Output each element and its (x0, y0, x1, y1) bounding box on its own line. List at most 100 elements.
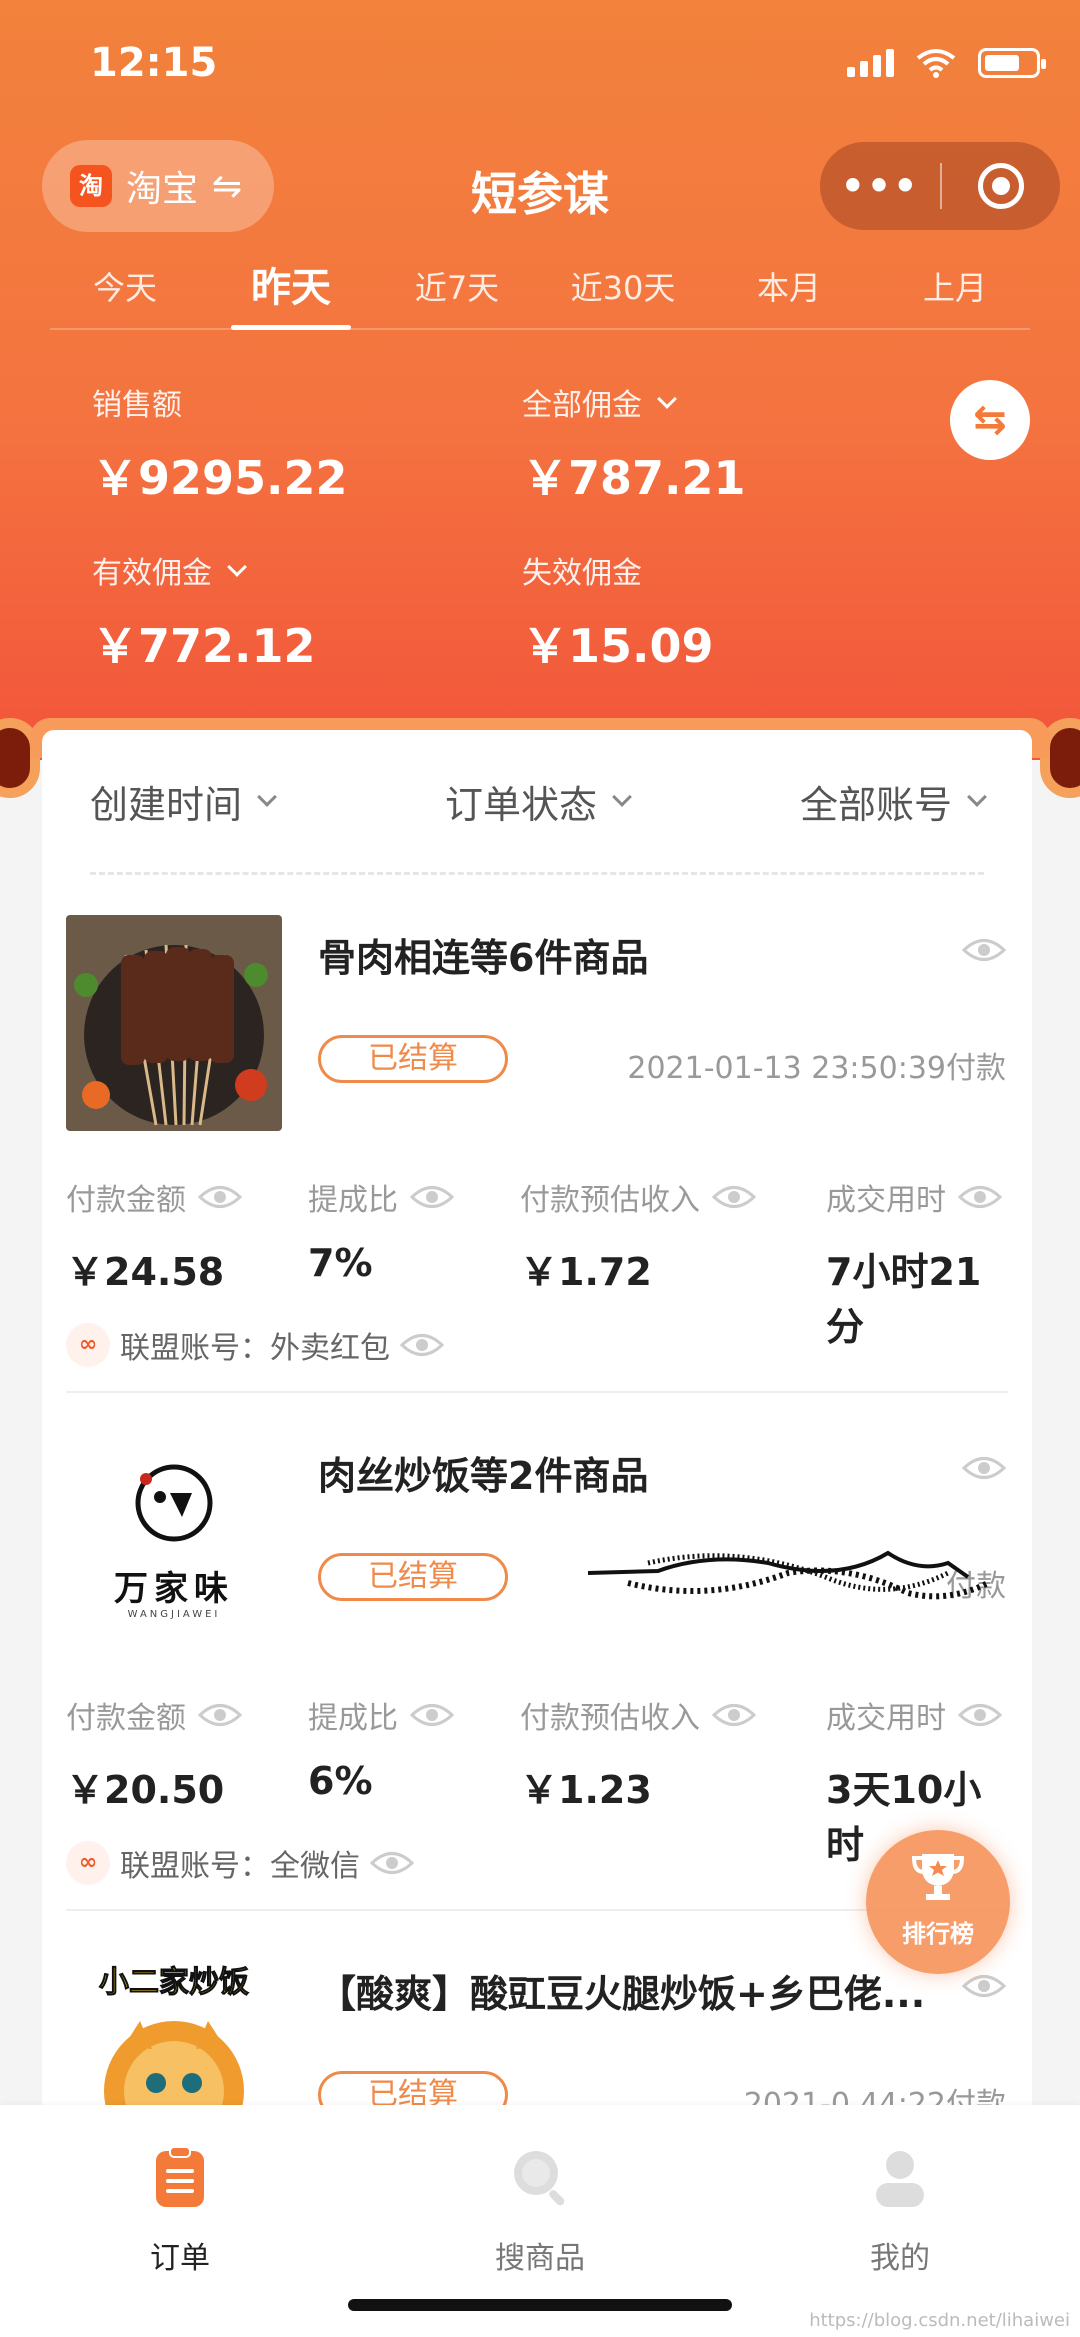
miniapp-capsule: ••• (820, 142, 1060, 230)
target-icon (978, 163, 1024, 209)
metric-label: 付款预估收入 (520, 1701, 700, 1736)
metric-estimated-income: 付款预估收入 ￥1.23 (520, 1693, 756, 1814)
wifi-icon (916, 49, 956, 78)
tab-label: 订单 (150, 2241, 210, 2276)
filter-order-status[interactable]: 订单状态 (444, 774, 632, 829)
tab-search-products[interactable]: 搜商品 (440, 2145, 640, 2277)
filter-bar: 创建时间 订单状态 全部账号 (90, 730, 987, 875)
chevron-down-icon (967, 787, 987, 807)
eye-icon[interactable] (962, 1455, 1006, 1481)
stat-invalid-commission: 失效佣金 ￥15.09 (522, 548, 714, 676)
metric-value: ￥20.50 (66, 1768, 225, 1812)
redaction-scribble (588, 1550, 990, 1600)
metric-value: 6% (308, 1759, 373, 1803)
signal-icon (847, 49, 894, 77)
alliance-account: ∞ 联盟账号：外卖红包 (66, 1323, 444, 1367)
stat-label: 全部佣金 (522, 388, 642, 423)
filter-account[interactable]: 全部账号 (800, 774, 987, 829)
filter-label: 创建时间 (90, 782, 243, 827)
metric-pay-amount: 付款金额 ￥20.50 (66, 1693, 242, 1814)
status-badge: 已结算 (318, 1553, 508, 1601)
tab-orders[interactable]: 订单 (80, 2145, 280, 2277)
shop-logo: 万家味 WANGJIAWEI (66, 1433, 282, 1649)
stat-sales: 销售额 ￥9295.22 (92, 380, 348, 508)
more-icon[interactable]: ••• (820, 164, 940, 208)
eye-icon[interactable] (198, 1184, 242, 1210)
metric-label: 付款预估收入 (520, 1183, 700, 1218)
metric-value: ￥24.58 (66, 1250, 225, 1294)
eye-icon[interactable] (962, 1973, 1006, 1999)
eye-icon[interactable] (410, 1184, 454, 1210)
tab-this-month[interactable]: 本月 (714, 255, 864, 328)
eye-icon[interactable] (712, 1702, 756, 1728)
eye-icon[interactable] (410, 1702, 454, 1728)
chevron-down-icon (257, 787, 277, 807)
metric-value: ￥1.72 (520, 1250, 652, 1294)
tab-today[interactable]: 今天 (50, 255, 200, 328)
date-range-tabs: 今天 昨天 近7天 近30天 本月 上月 (50, 255, 1030, 330)
user-icon (876, 2151, 924, 2207)
metric-label: 提成比 (308, 1183, 398, 1218)
order-title: 【酸爽】酸豇豆火腿炒饭+乡巴佬... (318, 1972, 926, 2016)
metric-commission-rate: 提成比 7% (308, 1175, 454, 1285)
metric-value: 7% (308, 1241, 373, 1285)
tab-profile[interactable]: 我的 (800, 2145, 1000, 2277)
tab-label: 搜商品 (495, 2241, 585, 2276)
tab-30-days[interactable]: 近30天 (548, 255, 698, 328)
metric-commission-rate: 提成比 6% (308, 1693, 454, 1803)
stat-value: ￥15.09 (522, 619, 714, 673)
tab-last-month[interactable]: 上月 (880, 255, 1030, 328)
shop-logo-text: 万家味 (114, 1569, 234, 1609)
metric-label: 付款金额 (66, 1183, 186, 1218)
shop-logo: 小二家炒饭 (66, 1951, 282, 2110)
navigation-bar: 淘 淘宝 ⇋ 短参谋 ••• (0, 140, 1080, 235)
stat-label: 失效佣金 (522, 556, 642, 591)
stat-label: 销售额 (92, 388, 182, 423)
bottom-tab-bar: 订单 搜商品 我的 https://blog.csdn.net/lihaiwei (0, 2105, 1080, 2337)
watermark: https://blog.csdn.net/lihaiwei (809, 2310, 1070, 2331)
account-label: 联盟账号：全微信 (120, 1849, 360, 1884)
tab-yesterday[interactable]: 昨天 (216, 255, 366, 330)
shop-logo-text: 小二家炒饭 (99, 1965, 250, 2001)
metric-estimated-income: 付款预估收入 ￥1.72 (520, 1175, 756, 1296)
filter-label: 订单状态 (444, 782, 597, 827)
product-image (66, 915, 282, 1131)
order-title: 骨肉相连等6件商品 (318, 936, 649, 980)
eye-icon[interactable] (958, 1184, 1002, 1210)
eye-icon[interactable] (400, 1332, 444, 1358)
home-indicator[interactable] (348, 2299, 732, 2311)
battery-icon (978, 48, 1046, 78)
swap-button[interactable]: ⇆ (950, 380, 1030, 460)
eye-icon[interactable] (198, 1702, 242, 1728)
chevron-down-icon (612, 787, 632, 807)
eye-icon[interactable] (958, 1702, 1002, 1728)
trophy-icon (911, 1854, 965, 1900)
filter-create-time[interactable]: 创建时间 (90, 774, 277, 829)
status-time: 12:15 (90, 40, 218, 86)
eye-icon[interactable] (962, 937, 1006, 963)
tab-7-days[interactable]: 近7天 (382, 255, 532, 328)
metric-value: ￥1.23 (520, 1768, 652, 1812)
metric-value: 7小时21分 (826, 1250, 982, 1349)
eye-icon[interactable] (370, 1850, 414, 1876)
status-badge: 已结算 (318, 1035, 508, 1083)
ranking-label: 排行榜 (902, 1920, 974, 1948)
stat-valid-commission[interactable]: 有效佣金 ￥772.12 (92, 548, 316, 676)
stat-value: ￥787.21 (522, 451, 746, 505)
payment-time: 2021-01-13 23:50:39付款 (627, 1051, 1006, 1086)
eye-icon[interactable] (712, 1184, 756, 1210)
order-item[interactable]: 骨肉相连等6件商品 已结算 2021-01-13 23:50:39付款 付款金额… (66, 875, 1008, 1393)
metric-pay-amount: 付款金额 ￥24.58 (66, 1175, 242, 1296)
chevron-down-icon (657, 389, 677, 409)
stat-value: ￥9295.22 (92, 451, 348, 505)
account-label: 联盟账号：外卖红包 (120, 1331, 390, 1366)
stat-total-commission[interactable]: 全部佣金 ￥787.21 (522, 380, 746, 508)
shop-logo-subtext: WANGJIAWEI (127, 1609, 221, 1620)
close-miniapp-button[interactable] (942, 163, 1060, 209)
metric-label: 提成比 (308, 1701, 398, 1736)
ranking-button[interactable]: 排行榜 (866, 1830, 1010, 1974)
alliance-logo-icon: ∞ (66, 1323, 110, 1367)
order-title: 肉丝炒饭等2件商品 (318, 1454, 649, 1498)
summary-stats: 销售额 ￥9295.22 全部佣金 ￥787.21 有效佣金 ￥772.12 失… (92, 380, 952, 680)
search-icon (514, 2151, 565, 2206)
